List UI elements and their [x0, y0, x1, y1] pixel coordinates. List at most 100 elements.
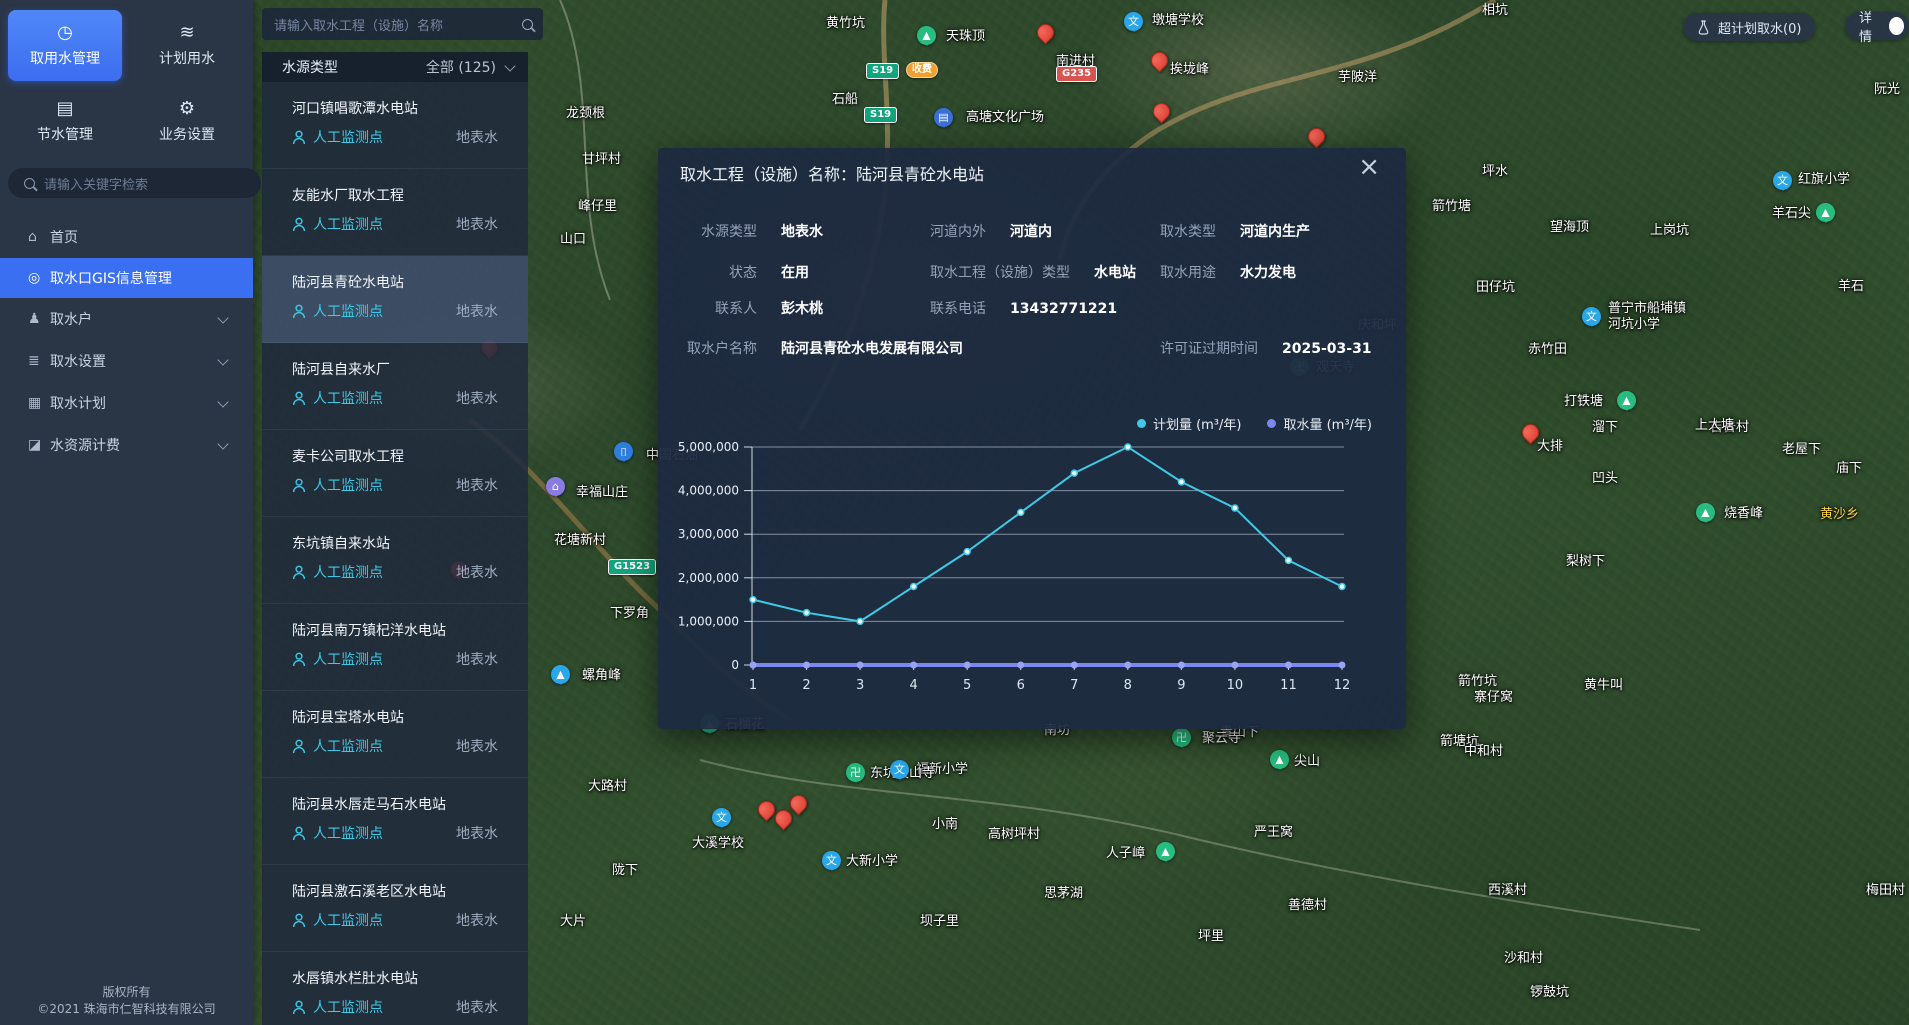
map-poi-green-icon[interactable]: ▲: [1617, 391, 1636, 410]
station-name: 陆河县青砼水电站: [292, 272, 404, 292]
station-list-item[interactable]: 陆河县激石溪老区水电站 人工监测点 地表水: [262, 865, 528, 952]
flask-icon: [1697, 20, 1710, 35]
station-name: 陆河县激石溪老区水电站: [292, 881, 446, 901]
sidebar-item-gis-management[interactable]: ◎ 取水口GIS信息管理: [0, 258, 253, 298]
map-place-label: 陇下: [612, 863, 638, 879]
map-pin-icon: ◎: [28, 270, 50, 286]
map-place-label: 凹头: [1592, 471, 1618, 487]
map-place-label: 烧香峰: [1724, 506, 1763, 522]
sidebar-item-water-plan[interactable]: ▦ 取水计划: [0, 383, 253, 423]
app-button-planned-water[interactable]: ≋ 计划用水: [130, 10, 244, 81]
map-poi-temple-icon[interactable]: 卍: [1172, 728, 1191, 747]
detail-toggle[interactable]: 详情: [1845, 12, 1909, 40]
search-icon: [24, 178, 35, 189]
person-icon: [292, 217, 306, 232]
station-meta: 人工监测点 地表水: [292, 562, 498, 582]
person-icon: [292, 739, 306, 754]
map-place-label: 沙和村: [1504, 951, 1543, 967]
app-button-water-usage[interactable]: ◷ 取用水管理: [8, 10, 122, 81]
sidebar-item-home[interactable]: ⌂ 首页: [0, 217, 253, 257]
station-list-item[interactable]: 陆河县青砼水电站 人工监测点 地表水: [262, 256, 528, 343]
station-name: 河口镇唱歌潭水电站: [292, 98, 418, 118]
water-source-type: 地表水: [456, 649, 498, 669]
station-list-item[interactable]: 水唇镇水栏肚水电站 人工监测点 地表水: [262, 952, 528, 1025]
station-list-item[interactable]: 河口镇唱歌潭水电站 人工监测点 地表水: [262, 82, 528, 169]
source-type-filter[interactable]: 水源类型 全部 (125): [262, 52, 528, 82]
map-poi-building-icon[interactable]: ▤: [934, 108, 953, 127]
search-icon[interactable]: [522, 19, 533, 30]
station-list-item[interactable]: 陆河县宝塔水电站 人工监测点 地表水: [262, 691, 528, 778]
station-list-item[interactable]: 麦卡公司取水工程 人工监测点 地表水: [262, 430, 528, 517]
app-button-water-saving[interactable]: ▤ 节水管理: [8, 86, 122, 157]
map-poi-school-icon[interactable]: 文: [890, 760, 909, 779]
map-poi-school-icon[interactable]: 文: [1124, 12, 1143, 31]
monitor-type: 人工监测点: [313, 301, 383, 321]
map-place-label: 西溪村: [1488, 883, 1527, 899]
water-source-type: 地表水: [456, 997, 498, 1017]
map-poi-green-icon[interactable]: ▲: [1816, 203, 1835, 222]
map-place-label: 黄牛叫: [1584, 678, 1623, 694]
station-name: 东坑镇自来水站: [292, 533, 390, 553]
app-button-business-settings[interactable]: ⚙ 业务设置: [130, 86, 244, 157]
road-badge: G1523: [608, 559, 656, 575]
monitor-type: 人工监测点: [313, 127, 383, 147]
station-list-item[interactable]: 陆河县南万镇杞洋水电站 人工监测点 地表水: [262, 604, 528, 691]
svg-text:5,000,000: 5,000,000: [678, 440, 739, 454]
map-place-label: 打铁塘: [1564, 394, 1603, 410]
map-place-label: 思茅湖: [1044, 886, 1083, 902]
sidebar-item-water-users[interactable]: ♟ 取水户: [0, 299, 253, 339]
map-poi-school-icon[interactable]: 文: [1582, 307, 1601, 326]
map-place-label: 坝子里: [920, 914, 959, 930]
detail-toggle-label: 详情: [1859, 7, 1881, 45]
map-poi-gas-icon[interactable]: ▯: [614, 442, 633, 461]
map-poi-resort-icon[interactable]: ⌂: [546, 477, 565, 496]
water-source-type: 地表水: [456, 127, 498, 147]
map-poi-temple-icon[interactable]: 卍: [846, 763, 865, 782]
station-list-item[interactable]: 友能水厂取水工程 人工监测点 地表水: [262, 169, 528, 256]
gear-icon: ⚙: [179, 100, 195, 118]
map-poi-green-icon[interactable]: ▲: [1270, 750, 1289, 769]
station-name: 陆河县南万镇杞洋水电站: [292, 620, 446, 640]
chevron-down-icon: [217, 396, 228, 407]
sidebar-item-water-billing[interactable]: ◪ 水资源计费: [0, 425, 253, 465]
toggle-knob[interactable]: [1889, 17, 1904, 35]
water-source-type: 地表水: [456, 214, 498, 234]
map-place-label: 峰仔里: [578, 199, 617, 215]
svg-text:10: 10: [1227, 678, 1244, 693]
svg-text:6: 6: [1017, 678, 1025, 693]
map-place-label: 芋陂洋: [1338, 70, 1377, 86]
station-meta: 人工监测点 地表水: [292, 301, 498, 321]
map-place-label: 小南: [932, 817, 958, 833]
station-name: 陆河县自来水厂: [292, 359, 390, 379]
billing-icon: ◪: [28, 437, 50, 453]
station-list-item[interactable]: 陆河县水唇走马石水电站 人工监测点 地表水: [262, 778, 528, 865]
sidebar-item-water-settings[interactable]: ≣ 取水设置: [0, 341, 253, 381]
station-name: 友能水厂取水工程: [292, 185, 404, 205]
app-button-label: 业务设置: [159, 124, 215, 144]
app-button-label: 取用水管理: [30, 48, 100, 68]
station-search-input[interactable]: 请输入取水工程（设施）名称: [262, 8, 543, 40]
map-poi-green-icon[interactable]: ▲: [1156, 842, 1175, 861]
map-poi-school-icon[interactable]: 文: [822, 851, 841, 870]
over-plan-water-button[interactable]: 超计划取水(0): [1683, 13, 1815, 41]
app-button-label: 计划用水: [159, 48, 215, 68]
map-poi-green-icon[interactable]: ▲: [1696, 503, 1715, 522]
station-name: 麦卡公司取水工程: [292, 446, 404, 466]
svg-text:11: 11: [1280, 678, 1297, 693]
station-list-panel: 水源类型 全部 (125) 河口镇唱歌潭水电站 人工监测点 地表水 友能水厂取水…: [262, 52, 528, 1025]
station-list-item[interactable]: 东坑镇自来水站 人工监测点 地表水: [262, 517, 528, 604]
map-poi-school-icon[interactable]: 文: [712, 808, 731, 827]
map-place-label: 田仔坑: [1476, 280, 1515, 296]
monitor-type: 人工监测点: [313, 562, 383, 582]
sidebar-item-label: 取水计划: [50, 393, 106, 413]
map-poi-poi-icon[interactable]: ▲: [551, 665, 570, 684]
map-place-label: 聚云寺: [1202, 731, 1241, 747]
app-window: 黄竹坑天珠顶墩塘学校相坑南进村挨垅峰芋陂洋阮光石船龙颈根甘坪村峰仔里山口高塘文化…: [0, 0, 1909, 1025]
monitor-type: 人工监测点: [313, 388, 383, 408]
station-meta: 人工监测点 地表水: [292, 997, 498, 1017]
svg-text:3: 3: [856, 678, 864, 693]
map-poi-green-icon[interactable]: ▲: [917, 26, 936, 45]
station-list-item[interactable]: 陆河县自来水厂 人工监测点 地表水: [262, 343, 528, 430]
keyword-search-input[interactable]: 请输入关键字检索: [8, 168, 261, 198]
map-poi-school-icon[interactable]: 文: [1773, 171, 1792, 190]
